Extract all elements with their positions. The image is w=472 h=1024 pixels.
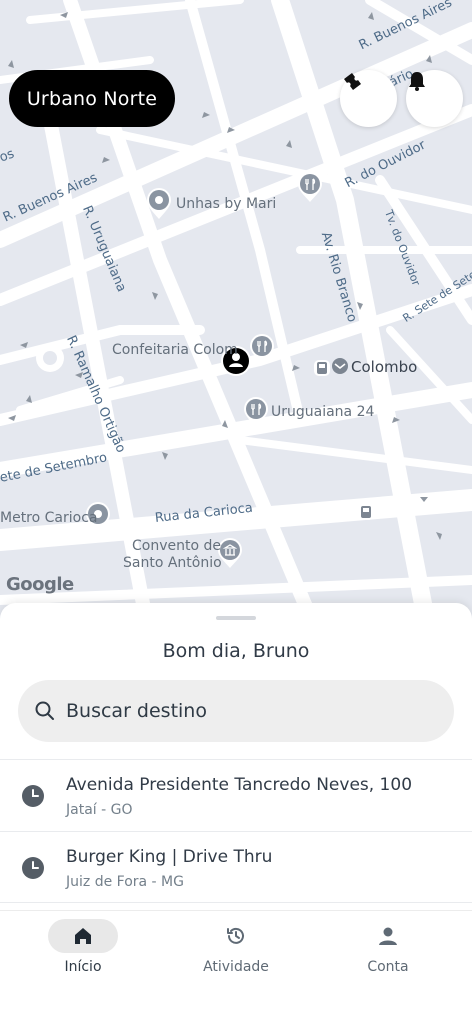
tab-icon-container [201,919,271,953]
poi-label: Confeitaria Colom [112,342,238,358]
poi-label: Metro Carioca [0,510,98,526]
tab-label: Conta [367,959,409,975]
tab-label: Início [64,959,102,975]
tab-bar: Início Atividade Conta [0,910,472,1024]
bus-stop-icon [358,504,374,520]
map-view[interactable]: R. Buenos Aires R. Buenos Aires R. do Ou… [0,0,472,640]
sheet-handle[interactable] [216,616,256,620]
poi-label: Unhas by Mari [176,196,277,212]
restaurant-pin-icon[interactable] [242,397,270,429]
restaurant-pin-icon[interactable] [248,334,276,366]
ticket-icon [344,73,361,90]
tab-inicio[interactable]: Início [23,919,143,979]
google-attribution[interactable]: Google [6,576,74,594]
recent-destination-item[interactable]: Burger King | Drive Thru Juiz de Fora - … [0,831,472,903]
clock-icon [22,857,44,879]
poi-label: Uruguaiana 24 [271,404,375,420]
restaurant-pin-icon[interactable] [296,172,324,204]
greeting: Bom dia, Bruno [162,640,310,662]
region-label: Urbano Norte [26,87,158,110]
recent-title: Avenida Presidente Tancredo Neves, 100 [66,775,413,795]
home-icon [75,928,91,944]
recent-subtitle: Juiz de Fora - MG [66,874,184,890]
bell-icon [409,72,425,91]
tab-label: Atividade [203,959,269,975]
tab-active-indicator [48,919,118,953]
poi-label: Santo Antônio [123,555,222,571]
person-icon [379,927,397,945]
history-icon [227,927,244,944]
search-destination-input[interactable]: Buscar destino [18,680,454,742]
tab-conta[interactable]: Conta [328,919,448,979]
recent-destination-item[interactable]: Avenida Presidente Tancredo Neves, 100 J… [0,759,472,831]
tab-icon-container [353,919,423,953]
map-pin-icon[interactable] [144,187,174,221]
tab-atividade[interactable]: Atividade [176,919,296,979]
recent-title: Burger King | Drive Thru [66,847,273,867]
search-icon [35,701,54,720]
poi-label: Convento de [132,538,221,554]
recent-subtitle: Jataí - GO [66,802,133,818]
clock-icon [22,785,44,807]
poi-label: Colombo [351,358,418,376]
ticket-button[interactable] [340,70,397,127]
notifications-button[interactable] [406,70,463,127]
metro-icon [332,358,348,374]
region-pill[interactable]: Urbano Norte [9,70,175,127]
bus-stop-icon [314,360,330,376]
search-label: Buscar destino [66,700,207,722]
